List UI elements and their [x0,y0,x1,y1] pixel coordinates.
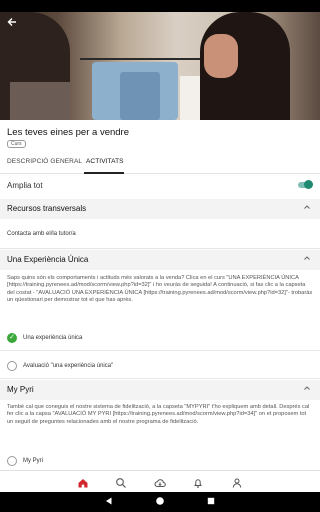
course-type-chip: Curs [7,140,26,148]
section-description: També cal que coneguis el nostre sistema… [7,404,310,425]
chevron-up-icon[interactable] [303,384,311,394]
jeans-illustration-detail [120,72,160,120]
section-title: Recursos transversals [7,204,87,213]
cloud-download-icon[interactable] [154,476,166,488]
person-left-shirt [10,82,70,120]
activity-link[interactable]: My Pyri [23,458,43,464]
section-header-experiencia[interactable]: Una Experiència Única [0,250,320,270]
search-icon[interactable] [115,476,127,488]
section-description: Saps quins són els comportaments i actit… [7,275,313,303]
divider [0,350,320,351]
chevron-up-icon[interactable] [303,254,311,264]
divider [0,248,320,249]
incomplete-circle-icon[interactable] [7,361,17,371]
course-title: Les teves eines per a vendre [7,127,129,138]
tab-activitats[interactable]: ACTIVITATS [86,158,124,165]
hero-image [0,12,320,120]
section-title: Una Experiència Única [7,255,89,264]
person-right-face [204,34,238,78]
section-title: My Pyri [7,385,34,394]
recents-square-icon[interactable] [206,496,216,509]
expand-all-row: Amplia tot [0,178,320,194]
section-header-mypyri[interactable]: My Pyri [0,380,320,400]
back-triangle-icon[interactable] [104,496,114,509]
section-header-recursos[interactable]: Recursos transversals [0,199,320,219]
divider [0,378,320,379]
home-circle-icon[interactable] [155,496,165,509]
chevron-up-icon[interactable] [303,203,311,213]
tab-descripcio-general[interactable]: DESCRIPCIÓ GENERAL [7,158,82,165]
incomplete-circle-icon[interactable] [7,456,17,466]
completed-check-icon[interactable]: ✓ [7,333,17,343]
bell-icon[interactable] [192,476,204,488]
user-icon[interactable] [231,476,243,488]
toggle-knob [304,180,313,189]
tab-bar: DESCRIPCIÓ GENERAL ACTIVITATS [0,154,320,174]
activity-link[interactable]: Avaluació "una experiència única" [23,363,113,369]
activity-link[interactable]: Una experiència única [23,335,82,341]
back-arrow-icon[interactable] [6,16,20,30]
active-tab-indicator [84,172,124,174]
expand-all-label: Amplia tot [7,181,43,190]
status-bar [0,0,320,12]
home-icon[interactable] [77,476,89,488]
contact-tutor-link[interactable]: Contacta amb el/la tutor/a [7,231,76,237]
system-navigation-bar [0,492,320,512]
expand-all-toggle[interactable] [298,180,313,189]
bottom-navigation [0,470,320,492]
